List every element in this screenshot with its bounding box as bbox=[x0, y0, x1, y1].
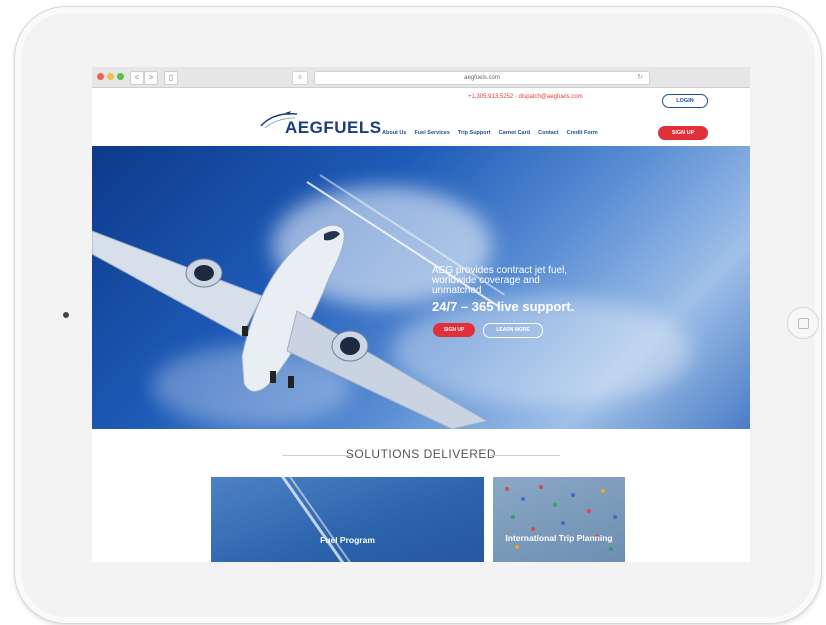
ipad-screen: < > ▯ ≡ aegfuels.com ↻ +1.305.913.5252 ·… bbox=[92, 67, 750, 562]
login-button[interactable]: LOGIN bbox=[662, 94, 708, 108]
hero-support-line: 24/7 – 365 live support. bbox=[432, 299, 575, 314]
solutions-section: SOLUTIONS DELIVERED Fuel Program Interna… bbox=[92, 429, 750, 562]
address-bar[interactable]: aegfuels.com ↻ bbox=[314, 71, 650, 85]
back-button[interactable]: < bbox=[130, 71, 144, 85]
main-nav: About Us Fuel Services Trip Support Carn… bbox=[382, 130, 598, 136]
site-logo[interactable]: AEGFUELS bbox=[257, 106, 381, 138]
forward-button[interactable]: > bbox=[144, 71, 158, 85]
hero-signup-button[interactable]: SIGN UP bbox=[433, 323, 475, 337]
trip-planning-label: International Trip Planning bbox=[505, 533, 613, 543]
url-text: aegfuels.com bbox=[464, 75, 500, 81]
sidebar-toggle-icon[interactable]: ▯ bbox=[164, 71, 178, 85]
nav-trip-support[interactable]: Trip Support bbox=[458, 130, 491, 136]
hero-line-3: unmatched bbox=[432, 285, 482, 296]
site-header: +1.305.913.5252 · dispatch@aegfuels.com … bbox=[92, 88, 750, 146]
hero-banner: AEG provides contract jet fuel, worldwid… bbox=[92, 146, 750, 429]
divider-line bbox=[490, 455, 560, 456]
nav-fuel-services[interactable]: Fuel Services bbox=[414, 130, 449, 136]
front-camera-icon bbox=[63, 312, 69, 318]
solutions-title: SOLUTIONS DELIVERED bbox=[345, 447, 497, 461]
nav-about-us[interactable]: About Us bbox=[382, 130, 406, 136]
fuel-program-card[interactable]: Fuel Program bbox=[211, 477, 484, 562]
nav-credit-form[interactable]: Credit Form bbox=[567, 130, 598, 136]
close-window-icon[interactable] bbox=[97, 73, 104, 80]
home-button-icon[interactable] bbox=[787, 307, 819, 339]
map-pins-illustration bbox=[505, 485, 617, 551]
logo-text: AEGFUELS bbox=[285, 118, 382, 137]
fuel-program-label: Fuel Program bbox=[320, 535, 375, 545]
contrail-line bbox=[289, 477, 366, 562]
browser-toolbar: < > ▯ ≡ aegfuels.com ↻ bbox=[92, 67, 750, 88]
hero-actions: SIGN UP LEARN MORE bbox=[433, 323, 543, 338]
learn-more-button[interactable]: LEARN MORE bbox=[483, 323, 543, 338]
reader-view-icon[interactable]: ≡ bbox=[292, 71, 308, 85]
zoom-window-icon[interactable] bbox=[117, 73, 124, 80]
trip-planning-card[interactable]: International Trip Planning bbox=[493, 477, 625, 562]
minimize-window-icon[interactable] bbox=[107, 73, 114, 80]
header-signup-button[interactable]: SIGN UP bbox=[658, 126, 708, 140]
reload-icon[interactable]: ↻ bbox=[637, 72, 643, 84]
nav-carnet-card[interactable]: Carnet Card bbox=[499, 130, 530, 136]
contact-line[interactable]: +1.305.913.5252 · dispatch@aegfuels.com bbox=[468, 94, 583, 100]
hero-copy: AEG provides contract jet fuel, worldwid… bbox=[432, 266, 672, 315]
nav-contact[interactable]: Contact bbox=[538, 130, 558, 136]
